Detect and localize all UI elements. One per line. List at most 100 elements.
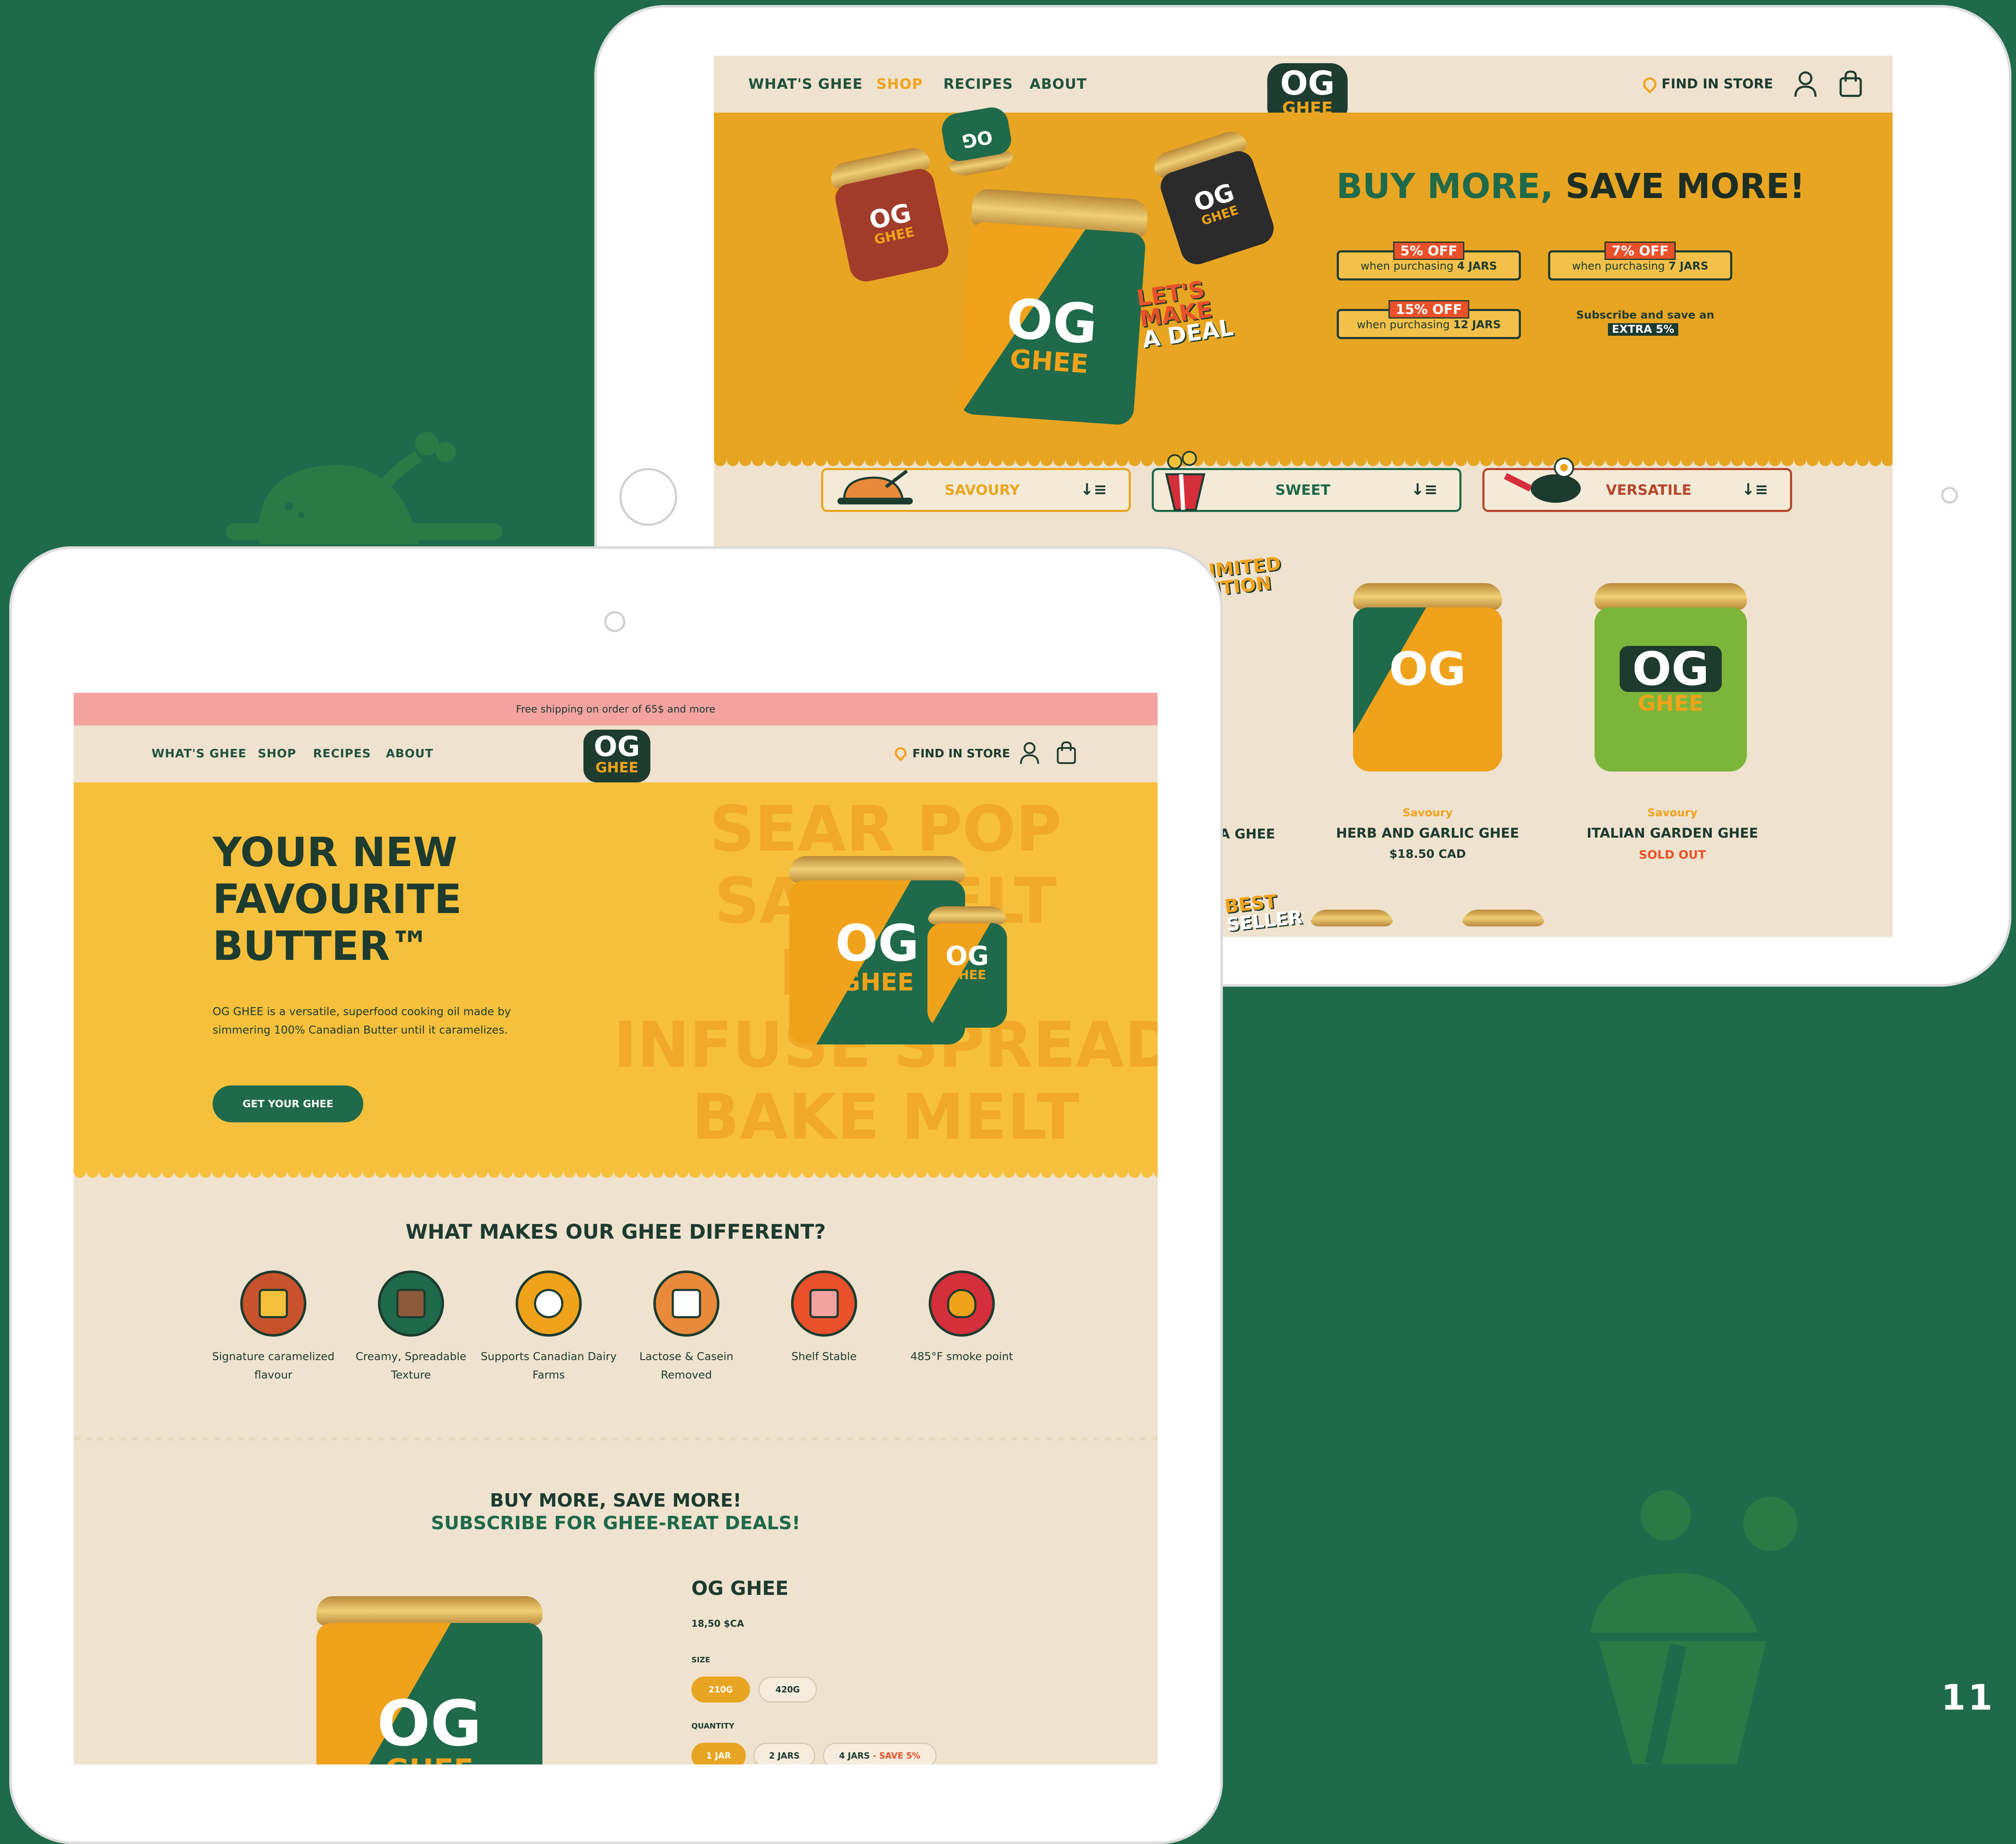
deals-section [74, 1438, 1158, 1764]
buy-more-headline: BUY MORE, SAVE MORE! [1336, 167, 1805, 206]
feature-spreadable: Creamy, Spreadable Texture [342, 1270, 480, 1384]
shopping-bag-icon[interactable] [1839, 70, 1862, 98]
headline-green: BUY MORE, [1336, 167, 1554, 206]
nav-shop[interactable]: SHOP [876, 76, 923, 93]
section-divider [74, 1437, 1158, 1440]
deal-qty: 4 JARS [1457, 260, 1497, 273]
og-ghee-jar-flying: OG [939, 105, 1016, 178]
location-pin-icon [892, 745, 909, 761]
product-title: OG GHEE [691, 1577, 788, 1600]
feature-lactose-free: Lactose & Casein Removed [617, 1270, 755, 1384]
nav-about[interactable]: ABOUT [1030, 76, 1087, 93]
nav-shop[interactable]: SHOP [258, 746, 296, 760]
size-option-210g[interactable]: 210G [691, 1677, 750, 1703]
deal-when: when purchasing [1356, 319, 1450, 331]
tablet-home-button [619, 468, 677, 526]
product-image-next-row-2 [1461, 910, 1545, 937]
location-pin-icon [1640, 75, 1659, 94]
deal-percent: 7% OFF [1604, 242, 1676, 260]
product-price: $18.50 CAD [1389, 847, 1466, 861]
milk-carton-icon [653, 1270, 719, 1337]
product-price: 18,50 $CA [691, 1619, 744, 1629]
filter-versatile[interactable]: VERSATILE ↓≡ [1482, 458, 1792, 512]
subscribe-subtitle: SUBSCRIBE FOR GHEE-REAT DEALS! [431, 1512, 801, 1534]
deal-percent: 5% OFF [1393, 242, 1465, 260]
find-in-store-link[interactable]: FIND IN STORE [1662, 76, 1773, 92]
feature-label: Supports Canadian Dairy Farms [480, 1350, 617, 1381]
user-icon[interactable] [1020, 741, 1040, 765]
quantity-label: QUANTITY [691, 1722, 734, 1731]
hero-title-line: YOUR NEW [213, 829, 457, 876]
product-name[interactable]: ITALIAN GARDEN GHEE [1587, 825, 1758, 841]
roast-chicken-icon [837, 469, 913, 504]
hero-description: OG GHEE is a versatile, superfood cookin… [213, 1006, 511, 1036]
user-icon[interactable] [1794, 71, 1817, 98]
butter-block-icon [240, 1270, 306, 1337]
logo-og: OG [593, 730, 640, 763]
sort-icon[interactable]: ↓≡ [1411, 480, 1438, 499]
find-in-store-link[interactable]: FIND IN STORE [912, 746, 1010, 760]
sort-icon[interactable]: ↓≡ [1080, 480, 1107, 499]
deal-15-off: 15% OFF when purchasing 12 JARS [1337, 300, 1521, 339]
wavy-edge [74, 1172, 1158, 1184]
spread-knife-icon [378, 1270, 444, 1337]
filter-label: VERSATILE [1606, 482, 1692, 499]
sold-out-badge: SOLD OUT [1638, 848, 1706, 862]
nav-whats-ghee[interactable]: WHAT'S GHEE [152, 746, 247, 760]
product-image-next-row-1 [1310, 910, 1394, 937]
headline-dark: SAVE MORE! [1565, 167, 1805, 206]
shopping-bag-icon[interactable] [1056, 741, 1076, 765]
feature-smoke-point: 485°F smoke point [893, 1270, 1031, 1366]
subscribe-extra-note: Subscribe and save an EXTRA 5% [1576, 309, 1714, 336]
og-ghee-jar-main: OG GHEE [957, 188, 1149, 426]
nav-about[interactable]: ABOUT [386, 746, 434, 760]
product-name[interactable]: HERB AND GARLIC GHEE [1336, 825, 1519, 841]
deal-qty: 7 JARS [1668, 260, 1708, 273]
frying-pan-icon [1504, 458, 1581, 503]
get-your-ghee-button[interactable]: GET YOUR GHEE [213, 1085, 363, 1122]
subscribe-extra: EXTRA 5% [1608, 323, 1679, 336]
product-image-herb-garlic[interactable]: OG GHEE [1353, 583, 1502, 772]
quantity-save-note: - SAVE 5% [873, 1751, 921, 1761]
filter-sweet[interactable]: SWEET ↓≡ [1152, 451, 1461, 512]
quantity-option-1[interactable]: 1 JAR [691, 1743, 746, 1764]
popcorn-icon [1165, 451, 1206, 511]
shipping-banner: Free shipping on order of 65$ and more [74, 693, 1158, 725]
nav-whats-ghee[interactable]: WHAT'S GHEE [748, 76, 863, 93]
product-category: Savoury [1647, 807, 1698, 819]
quantity-option-4[interactable]: 4 JARS - SAVE 5% [823, 1743, 937, 1764]
og-ghee-logo[interactable]: OG GHEE [583, 730, 650, 782]
best-seller-sticker: BEST SELLER [1223, 890, 1303, 936]
top-nav: WHAT'S GHEE SHOP RECIPES ABOUT OG GHEE F… [74, 725, 1158, 782]
quantity-option-2[interactable]: 2 JARS [753, 1743, 815, 1764]
quantity-option-label: 4 JARS [839, 1751, 870, 1761]
different-title: WHAT MAKES OUR GHEE DIFFERENT? [405, 1220, 826, 1244]
deal-7-off: 7% OFF when purchasing 7 JARS [1548, 242, 1732, 280]
og-ghee-product-image: OG GHEE [316, 1596, 542, 1764]
size-label: SIZE [691, 1656, 711, 1664]
nav-recipes[interactable]: RECIPES [943, 76, 1013, 93]
filter-savoury[interactable]: SAVOURY ↓≡ [821, 468, 1131, 512]
top-nav: WHAT'S GHEE SHOP RECIPES ABOUT OG GHEE F… [714, 56, 1893, 124]
feature-canadian-farms: Supports Canadian Dairy Farms [480, 1270, 618, 1384]
buy-more-title: BUY MORE, SAVE MORE! [490, 1490, 742, 1511]
size-option-420g[interactable]: 420G [758, 1677, 817, 1703]
deal-5-off: 5% OFF when purchasing 4 JARS [1337, 242, 1521, 280]
og-ghee-jar-hero-small: OG GHEE [927, 906, 1007, 1028]
feature-shelf-stable: Shelf Stable [755, 1270, 893, 1366]
jar-icon [791, 1270, 857, 1337]
logo-ghee: GHEE [595, 759, 639, 776]
hero-title-line: FAVOURITE [213, 876, 462, 923]
deal-when: when purchasing [1361, 260, 1454, 273]
flame-icon [929, 1270, 995, 1337]
sort-icon[interactable]: ↓≡ [1741, 480, 1768, 499]
popcorn-icon [1590, 1490, 1798, 1764]
logo-og: OG [1280, 65, 1335, 103]
product-image-italian-garden[interactable]: OG GHEE [1595, 583, 1747, 772]
filter-label: SWEET [1275, 482, 1330, 499]
tablet-camera [604, 611, 625, 632]
nav-recipes[interactable]: RECIPES [313, 746, 371, 760]
bg-word-line: BAKE MELT [691, 1081, 1080, 1154]
product-name[interactable]: A GHEE [1220, 826, 1275, 842]
filter-label: SAVOURY [945, 482, 1020, 499]
